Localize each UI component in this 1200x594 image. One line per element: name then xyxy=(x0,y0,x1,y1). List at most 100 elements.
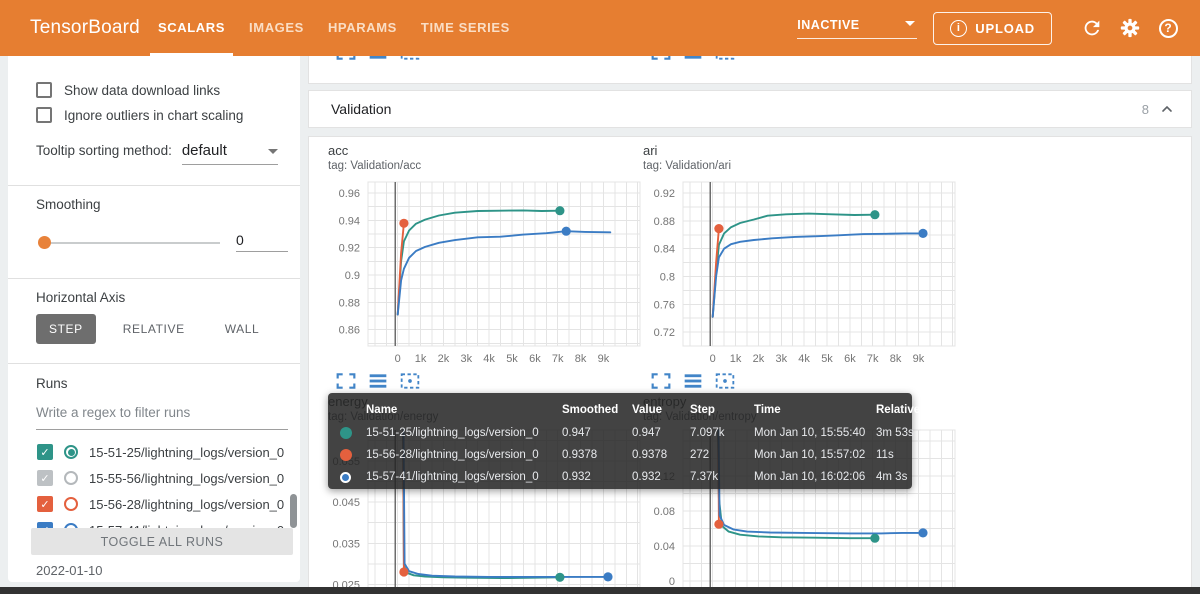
upload-button[interactable]: i UPLOAD xyxy=(933,11,1052,45)
tooltip-header-cell: Value xyxy=(632,404,663,416)
checkbox-label: Ignore outliers in chart scaling xyxy=(64,107,244,123)
run-checkbox-icon[interactable]: ✓ xyxy=(37,470,53,486)
run-checkbox-icon[interactable]: ✓ xyxy=(37,444,53,460)
tab-images[interactable]: IMAGES xyxy=(237,0,316,56)
tooltip-cell: 0.947 xyxy=(632,427,661,439)
tab-scalars[interactable]: SCALARS xyxy=(146,0,237,56)
smoothing-value-input[interactable]: 0 xyxy=(236,232,288,252)
svg-text:1k: 1k xyxy=(730,353,742,365)
axis-button-step[interactable]: STEP xyxy=(36,314,96,344)
svg-text:0.92: 0.92 xyxy=(339,243,360,255)
info-icon: i xyxy=(950,19,968,37)
run-radio-icon[interactable] xyxy=(64,445,78,459)
svg-text:0.04: 0.04 xyxy=(654,541,675,553)
run-date: 2022-01-10 xyxy=(36,563,103,578)
run-row[interactable]: ✓ 15-51-25/lightning_logs/version_0 xyxy=(37,444,284,460)
svg-text:0.8: 0.8 xyxy=(660,272,675,284)
run-checkbox-icon[interactable]: ✓ xyxy=(37,496,53,512)
menu-icon[interactable] xyxy=(368,372,388,390)
svg-text:5k: 5k xyxy=(821,353,833,365)
svg-text:8k: 8k xyxy=(890,353,902,365)
svg-text:0.08: 0.08 xyxy=(654,506,675,518)
tooltip-cell: 3m 53s xyxy=(876,427,914,439)
chart-plot-ari[interactable]: 0.92 0.88 0.84 0.8 0.76 0.72 0 1k 2k 3k 4k 5k 6k 7k 8k… xyxy=(643,178,959,376)
runs-filter-input[interactable]: Write a regex to filter runs xyxy=(36,404,288,430)
tooltip-cell: 4m 3s xyxy=(876,471,908,483)
svg-text:0.9: 0.9 xyxy=(345,270,360,282)
divider xyxy=(8,278,300,279)
tooltip-cell: Mon Jan 10, 16:02:06 xyxy=(754,471,866,483)
runs-scrollbar-thumb[interactable] xyxy=(290,494,297,528)
chart-title-block: ari tag: Validation/ari xyxy=(643,143,731,172)
refresh-icon[interactable] xyxy=(1074,10,1110,46)
svg-text:0.94: 0.94 xyxy=(339,215,360,227)
status-dropdown[interactable]: INACTIVE xyxy=(797,18,918,39)
expand-icon[interactable] xyxy=(651,372,671,390)
svg-text:0.035: 0.035 xyxy=(332,538,360,550)
axis-button-wall[interactable]: WALL xyxy=(212,314,273,344)
svg-text:3k: 3k xyxy=(460,353,472,365)
svg-text:8k: 8k xyxy=(575,353,587,365)
chart-toolbar xyxy=(336,372,420,390)
smoothing-slider-track[interactable] xyxy=(44,242,220,244)
tooltip-rows: 15-51-25/lightning_logs/version_0 0.947 0.… xyxy=(340,422,914,488)
tooltip-sorting-select[interactable]: default xyxy=(181,142,278,165)
chart-tag: tag: Validation/ari xyxy=(643,160,732,172)
tooltip-row: 15-51-25/lightning_logs/version_0 0.947 0.… xyxy=(340,422,914,444)
tooltip-cell: Mon Jan 10, 15:57:02 xyxy=(754,449,866,461)
fit-domain-icon[interactable] xyxy=(715,372,735,390)
svg-text:0.84: 0.84 xyxy=(654,244,675,256)
tooltip-cell: 0.947 xyxy=(562,427,591,439)
smoothing-slider-thumb[interactable] xyxy=(38,236,51,249)
tooltip-header-cell: Step xyxy=(690,404,715,416)
tooltip-cell: 272 xyxy=(690,449,710,461)
svg-text:0.88: 0.88 xyxy=(339,297,360,309)
expand-icon[interactable] xyxy=(336,372,356,390)
show-download-links-checkbox[interactable]: Show data download links xyxy=(36,82,220,98)
run-color-dot xyxy=(340,449,352,461)
chevron-down-icon xyxy=(267,149,278,154)
run-radio-icon[interactable] xyxy=(64,471,78,485)
chart-title-block: acc tag: Validation/acc xyxy=(328,143,421,172)
svg-text:4k: 4k xyxy=(483,353,495,365)
run-row[interactable]: ✓ 15-56-28/lightning_logs/version_0 xyxy=(37,496,284,512)
horizontal-axis-buttons: STEP RELATIVE WALL xyxy=(36,314,272,344)
settings-gear-icon[interactable] xyxy=(1112,10,1148,46)
upload-button-label: UPLOAD xyxy=(975,20,1035,36)
run-name: 15-56-28/lightning_logs/version_0 xyxy=(89,496,285,512)
axis-button-relative[interactable]: RELATIVE xyxy=(110,314,198,344)
svg-text:0.045: 0.045 xyxy=(332,497,360,509)
run-name: 15-55-56/lightning_logs/version_0 xyxy=(89,470,285,486)
svg-text:1k: 1k xyxy=(415,353,427,365)
tooltip-sorting-row: Tooltip sorting method: default xyxy=(36,142,278,165)
sidebar: Show data download links Ignore outliers… xyxy=(8,56,300,582)
ignore-outliers-checkbox[interactable]: Ignore outliers in chart scaling xyxy=(36,107,243,123)
chevron-down-icon xyxy=(905,20,916,26)
run-color-dot xyxy=(340,427,352,439)
section-count: 8 xyxy=(1141,101,1149,117)
validation-section-header[interactable]: Validation 8 xyxy=(308,90,1192,128)
app-header: TensorBoard SCALARS IMAGES HPARAMS TIME SER… xyxy=(0,0,1200,56)
chart-title: ari xyxy=(643,143,658,158)
radio-dot xyxy=(67,448,75,456)
tooltip-cell: 15-56-28/lightning_logs/version_0 xyxy=(366,449,539,461)
tab-time-series[interactable]: TIME SERIES xyxy=(409,0,522,56)
svg-text:6k: 6k xyxy=(529,353,541,365)
svg-text:3k: 3k xyxy=(775,353,787,365)
chart-plot-acc[interactable]: 0.96 0.94 0.92 0.9 0.88 0.86 0 1k 2k 3k 4k 5k 6k 7k 8k… xyxy=(328,178,644,376)
menu-icon[interactable] xyxy=(683,372,703,390)
toggle-all-runs-button[interactable]: TOGGLE ALL RUNS xyxy=(31,528,293,555)
runs-filter-placeholder: Write a regex to filter runs xyxy=(36,405,191,420)
tab-hparams[interactable]: HPARAMS xyxy=(316,0,409,56)
svg-text:7k: 7k xyxy=(867,353,879,365)
svg-text:2k: 2k xyxy=(753,353,765,365)
help-icon[interactable]: ? xyxy=(1150,10,1186,46)
tooltip-sorting-label: Tooltip sorting method: xyxy=(36,143,172,158)
run-row[interactable]: ✓ 15-55-56/lightning_logs/version_0 xyxy=(37,470,284,486)
chevron-up-icon[interactable] xyxy=(1159,101,1175,117)
tooltip-cell: 15-51-25/lightning_logs/version_0 xyxy=(366,427,539,439)
run-radio-icon[interactable] xyxy=(64,497,78,511)
tooltip-dot-cell xyxy=(340,471,366,483)
fit-domain-icon[interactable] xyxy=(400,372,420,390)
tooltip-header-cell: Smoothed xyxy=(562,404,619,416)
